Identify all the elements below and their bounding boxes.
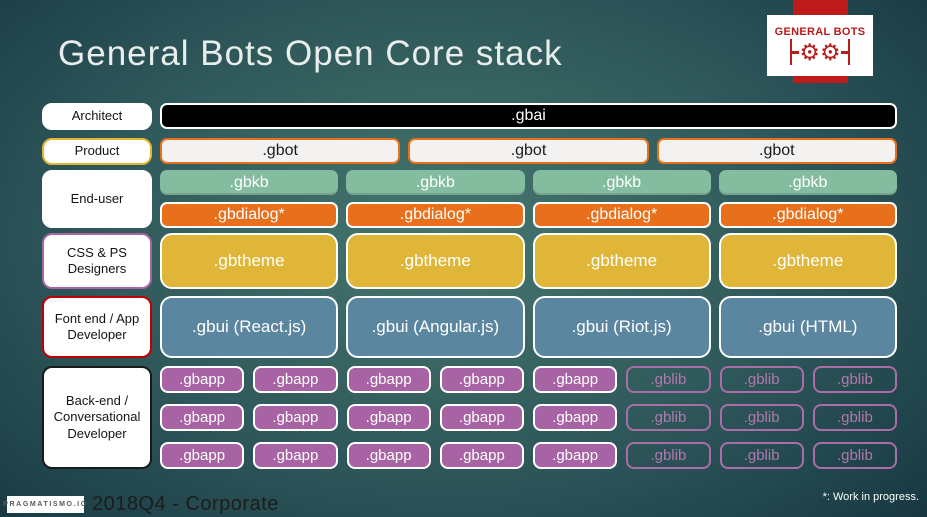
row-dev-3: .gbapp .gbapp .gbapp .gbapp .gbapp .gbli… — [160, 442, 897, 469]
stack-box-gblib: .gblib — [812, 404, 897, 431]
stack-box-gblib: .gblib — [626, 404, 711, 431]
pragmatismo-brand-badge: PRAGMATISMO.IO — [3, 496, 86, 513]
logo-wordmark: GENERAL BOTS — [774, 26, 866, 38]
stack-box-gbapp: .gbapp — [253, 404, 338, 431]
row-gbtheme: .gbtheme .gbtheme .gbtheme .gbtheme — [160, 233, 897, 289]
stack-box-gbkb-2: .gbkb — [346, 170, 525, 195]
gear-icon: ⚙ — [820, 38, 841, 65]
stack-box-gblib: .gblib — [812, 366, 897, 393]
gear-right-stub — [840, 50, 848, 54]
stack-box-gbapp: .gbapp — [439, 442, 524, 469]
stack-box-gbdialog-1: .gbdialog* — [160, 202, 339, 228]
stack-box-gbapp: .gbapp — [346, 366, 431, 393]
role-label-backend-conversational-developer: Back-end / Conversational Developer — [42, 366, 152, 469]
stack-box-gbapp: .gbapp — [533, 404, 618, 431]
stack-box-gbtheme-4: .gbtheme — [718, 233, 897, 289]
stack-box-gbtheme-2: .gbtheme — [346, 233, 525, 289]
stack-box-gbapp: .gbapp — [439, 404, 524, 431]
page-title: General Bots Open Core stack — [58, 34, 563, 73]
stack-box-gbapp: .gbapp — [439, 366, 524, 393]
stack-box-gbapp: .gbapp — [160, 442, 245, 469]
stack-box-gbkb-4: .gbkb — [718, 170, 897, 195]
row-gbdialog: .gbdialog* .gbdialog* .gbdialog* .gbdial… — [160, 202, 897, 228]
general-bots-logo: GENERAL BOTS ⚙ ⚙ — [767, 15, 873, 76]
stack-box-gbapp: .gbapp — [253, 366, 338, 393]
row-dev-2: .gbapp .gbapp .gbapp .gbapp .gbapp .gbli… — [160, 404, 897, 431]
stack-box-gbdialog-2: .gbdialog* — [346, 202, 525, 228]
stack-box-gbapp: .gbapp — [346, 404, 431, 431]
footer-caption: 2018Q4 - Corporate — [92, 493, 279, 515]
stack-box-gblib: .gblib — [719, 442, 804, 469]
stack-box-gbkb-3: .gbkb — [532, 170, 711, 195]
stack-box-gbui-react: .gbui (React.js) — [160, 296, 339, 358]
role-label-css-ps-designers: CSS & PS Designers — [42, 233, 152, 289]
gear-icon: ⚙ — [799, 38, 820, 65]
role-label-product: Product — [42, 138, 152, 165]
brand-label: PRAGMATISMO.IO — [3, 501, 88, 508]
role-label-architect: Architect — [42, 103, 152, 130]
stack-box-gbapp: .gbapp — [160, 366, 245, 393]
row-gbui: .gbui (React.js) .gbui (Angular.js) .gbu… — [160, 296, 897, 358]
stack-box-gbdialog-3: .gbdialog* — [532, 202, 711, 228]
stack-box-gbui-riot: .gbui (Riot.js) — [532, 296, 711, 358]
gear-right-bar — [847, 39, 850, 65]
stack-box-gblib: .gblib — [719, 404, 804, 431]
stack-box-gbot-1: .gbot — [160, 138, 401, 164]
stack-box-gbtheme-3: .gbtheme — [532, 233, 711, 289]
stack-box-gbui-html: .gbui (HTML) — [718, 296, 897, 358]
stack-box-gblib: .gblib — [626, 442, 711, 469]
stack-box-gbapp: .gbapp — [253, 442, 338, 469]
stack-box-gbdialog-4: .gbdialog* — [718, 202, 897, 228]
row-dev-1: .gbapp .gbapp .gbapp .gbapp .gbapp .gbli… — [160, 366, 897, 393]
row-gbai: .gbai — [160, 103, 897, 129]
stack-box-gblib: .gblib — [626, 366, 711, 393]
role-label-end-user: End-user — [42, 170, 152, 228]
stack-box-gbkb-1: .gbkb — [160, 170, 339, 195]
stack-box-gbapp: .gbapp — [346, 442, 431, 469]
stack-box-gbot-3: .gbot — [656, 138, 897, 164]
row-gbkb: .gbkb .gbkb .gbkb .gbkb — [160, 170, 897, 195]
stack-box-gbapp: .gbapp — [533, 442, 618, 469]
stack-box-gblib: .gblib — [719, 366, 804, 393]
stack-box-gbui-angular: .gbui (Angular.js) — [346, 296, 525, 358]
slide: General Bots Open Core stack GENERAL BOT… — [0, 0, 927, 517]
stack-box-gbtheme-1: .gbtheme — [160, 233, 339, 289]
stack-box-gbapp: .gbapp — [533, 366, 618, 393]
row-gbot: .gbot .gbot .gbot — [160, 138, 897, 164]
gear-left-stub — [792, 50, 800, 54]
stack-box-gblib: .gblib — [812, 442, 897, 469]
stack-box-gbot-2: .gbot — [408, 138, 649, 164]
work-in-progress-footnote: *: Work in progress. — [822, 491, 919, 503]
role-label-frontend-app-developer: Font end / App Developer — [42, 296, 152, 358]
stack-box-gbai: .gbai — [160, 103, 897, 129]
stack-box-gbapp: .gbapp — [160, 404, 245, 431]
gears-icon: ⚙ ⚙ — [790, 38, 850, 65]
